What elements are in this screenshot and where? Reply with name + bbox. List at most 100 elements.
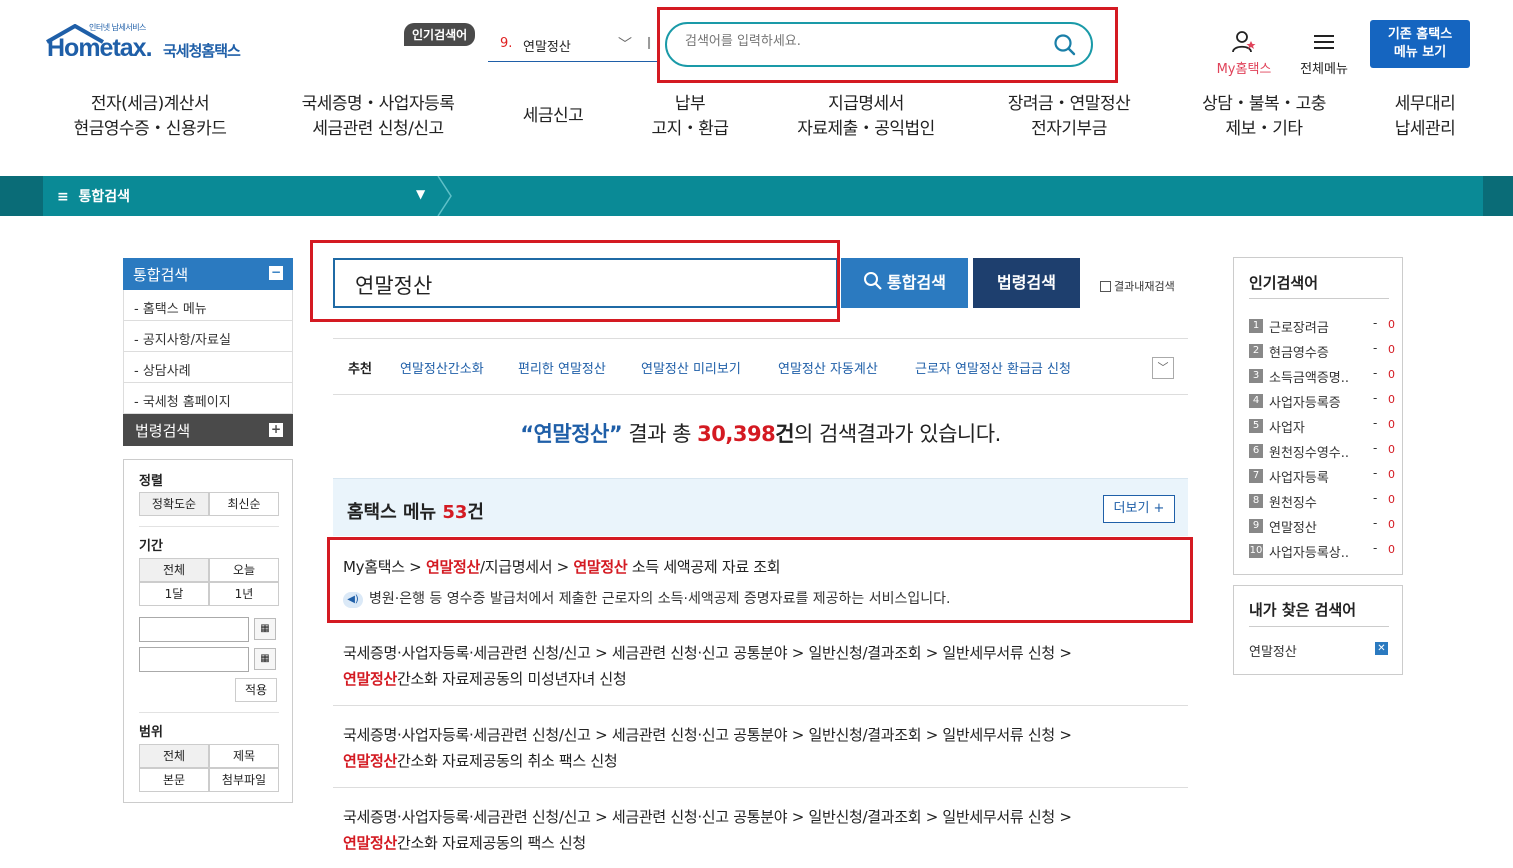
sort-latest-button[interactable]: 최신순 [209,492,279,516]
result-path-2[interactable]: 국세증명·사업자등록·세금관련 신청/신고 > 세금관련 신청·신고 공통분야 … [343,642,1072,663]
chevron-down-icon[interactable]: ﹀ [618,34,632,54]
all-menu-button[interactable]: 전체메뉴 [1296,30,1352,77]
old-menu-line2: 메뉴 보기 [1393,45,1447,60]
chevron-down-icon[interactable]: ▼ [416,187,425,201]
period-year-button[interactable]: 1년 [209,582,279,606]
law-search-button[interactable]: 법령검색 [973,258,1080,308]
popular-item[interactable]: 7 사업자등록 -0 [1249,466,1399,487]
popular-item[interactable]: 6 원천징수영수.. -0 [1249,441,1399,462]
speaker-icon[interactable]: ◀) [343,592,363,608]
location-current[interactable]: ≡ 통합검색 [57,186,130,206]
search-category-nav: 통합검색 − - 홈택스 메뉴 - 공지사항/자료실 - 상담사례 - 국세청 홈… [123,258,293,446]
result-path-4[interactable]: 국세증명·사업자등록·세금관련 신청/신고 > 세금관련 신청·신고 공통분야 … [343,806,1072,827]
logo-korean: 국세청홈택스 [163,42,241,60]
range-body-button[interactable]: 본문 [139,768,209,792]
hamburger-icon [1314,35,1334,49]
result-path-3[interactable]: 국세증명·사업자등록·세금관련 신청/신고 > 세금관련 신청·신고 공통분야 … [343,724,1072,745]
nav-head-law[interactable]: 법령검색 + [123,414,293,446]
range-title: 범위 [139,725,163,740]
old-menu-button[interactable]: 기존 홈택스 메뉴 보기 [1370,20,1470,68]
top-search-input[interactable] [685,34,1045,49]
integrated-search-button[interactable]: 통합검색 [841,258,968,308]
logo-wordmark: Hometax. [47,34,153,62]
top-search-bar[interactable] [665,22,1093,67]
recommend-item[interactable]: 편리한 연말정산 [518,358,606,377]
my-searches-panel: 내가 찾은 검색어 연말정산 ✕ [1233,585,1403,675]
recommend-item[interactable]: 연말정산간소화 [400,358,484,377]
search-within-checkbox[interactable]: 결과내재검색 [1100,278,1175,294]
sort-accuracy-button[interactable]: 정확도순 [139,492,209,516]
calendar-icon[interactable]: ▦ [254,648,276,670]
popular-title: 인기검색어 [1249,274,1319,292]
chevron-down-icon[interactable]: ﹀ [1152,357,1174,379]
collapse-icon[interactable]: − [269,266,283,280]
nav-item-menu[interactable]: - 홈택스 메뉴 [123,290,293,321]
popular-rank-keyword[interactable]: 연말정산 [523,36,571,55]
expand-icon[interactable]: + [269,423,283,437]
range-title-button[interactable]: 제목 [209,744,279,768]
result-title-3[interactable]: 연말정산간소화 자료제공동의 취소 팩스 신청 [343,750,618,771]
my-search-keyword[interactable]: 연말정산 [1249,641,1297,660]
period-all-button[interactable]: 전체 [139,558,209,582]
myhometax-label: My홈택스 [1216,62,1272,77]
popular-item[interactable]: 2 현금영수증 -0 [1249,341,1399,362]
gnb-item-year-end[interactable]: 장려금・연말정산 전자기부금 [990,92,1148,144]
gnb-item-statement[interactable]: 지급명세서 자료제출・공익법인 [780,92,952,144]
period-title: 기간 [139,539,163,554]
apply-button[interactable]: 적용 [235,678,277,702]
period-today-button[interactable]: 오늘 [209,558,279,582]
all-menu-label: 전체메뉴 [1300,62,1348,77]
date-to-input[interactable] [139,647,249,672]
popular-rank-number: 9. [500,36,513,51]
recommend-item[interactable]: 연말정산 자동계산 [778,358,878,377]
section-header-menu: 홈택스 메뉴 53건 더보기 + [333,478,1188,536]
popular-item[interactable]: 4 사업자등록증 -0 [1249,391,1399,412]
popular-item[interactable]: 5 사업자 -0 [1249,416,1399,437]
popular-keywords-panel: 인기검색어 1 근로장려금 -0 2 현금영수증 -0 3 소득금액증명.. -0 4 사업자… [1233,257,1403,575]
popular-item[interactable]: 9 연말정산 -0 [1249,516,1399,537]
highlight-box-main-search [310,240,840,322]
result-title-2[interactable]: 연말정산간소화 자료제공동의 미성년자녀 신청 [343,668,627,689]
nav-head-integrated[interactable]: 통합검색 − [123,258,293,290]
gnb-item-consult[interactable]: 상담・불복・고충 제보・기타 [1185,92,1343,144]
delete-icon[interactable]: ✕ [1375,642,1388,655]
search-icon [864,272,882,290]
recommend-item[interactable]: 근로자 연말정산 환급금 신청 [915,358,1071,377]
section-title: 홈택스 메뉴 53건 [347,502,484,523]
result-title-1[interactable]: My홈택스 > 연말정산/지급명세서 > 연말정산 소득 세액공제 자료 조회 [343,556,781,577]
sort-title: 정렬 [139,474,163,489]
logo-tagline: 인터넷 납세서비스 [89,23,146,32]
result-title-4[interactable]: 연말정산간소화 자료제공동의 팩스 신청 [343,832,586,853]
location-bar: ≡ 통합검색 ▼ [0,176,1513,216]
recommend-title: 추천 [348,362,372,377]
myhometax-link[interactable]: My홈택스 [1212,30,1276,77]
breadcrumb-separator-icon [437,176,452,216]
popular-item[interactable]: 10 사업자등록상.. -0 [1249,541,1399,562]
search-filter-panel: 정렬 정확도순 최신순 기간 전체 오늘 1달 1년 ▦ ▦ 적용 범위 전체 … [123,459,293,803]
date-from-input[interactable] [139,617,249,642]
popular-rolling[interactable]: 9. 연말정산 ﹀ ❙❙ [488,30,664,62]
gnb-item-einvoice[interactable]: 전자(세금)계산서 현금영수증・신용카드 [60,92,240,144]
popular-item[interactable]: 1 근로장려금 -0 [1249,316,1399,337]
range-attach-button[interactable]: 첨부파일 [209,768,279,792]
gnb-item-payment[interactable]: 납부 고지・환급 [630,92,750,144]
checkbox-icon[interactable] [1100,281,1111,292]
old-menu-line1: 기존 홈택스 [1387,27,1453,42]
popular-item[interactable]: 8 원천징수 -0 [1249,491,1399,512]
calendar-icon[interactable]: ▦ [254,618,276,640]
gnb-item-certificate[interactable]: 국세증명・사업자등록 세금관련 신청/신고 [283,92,473,144]
result-desc-1: ◀) 병원·은행 등 영수증 발급처에서 제출한 근로자의 소득·세액공제 증명자… [343,588,950,608]
my-searches-title: 내가 찾은 검색어 [1249,601,1357,619]
recommend-item[interactable]: 연말정산 미리보기 [641,358,741,377]
popular-item[interactable]: 3 소득금액증명.. -0 [1249,366,1399,387]
nav-item-consult[interactable]: - 상담사례 [123,352,293,383]
more-button[interactable]: 더보기 + [1103,495,1175,523]
search-icon[interactable] [1053,33,1077,57]
gnb-item-agent[interactable]: 세무대리 납세관리 [1380,92,1470,144]
gnb-item-tax-report[interactable]: 세금신고 [503,92,603,144]
nav-item-nts-home[interactable]: - 국세청 홈페이지 [123,383,293,414]
hometax-logo[interactable]: 인터넷 납세서비스 Hometax. 국세청홈택스 [45,22,260,72]
range-all-button[interactable]: 전체 [139,744,209,768]
period-month-button[interactable]: 1달 [139,582,209,606]
nav-item-notice[interactable]: - 공지사항/자료실 [123,321,293,352]
